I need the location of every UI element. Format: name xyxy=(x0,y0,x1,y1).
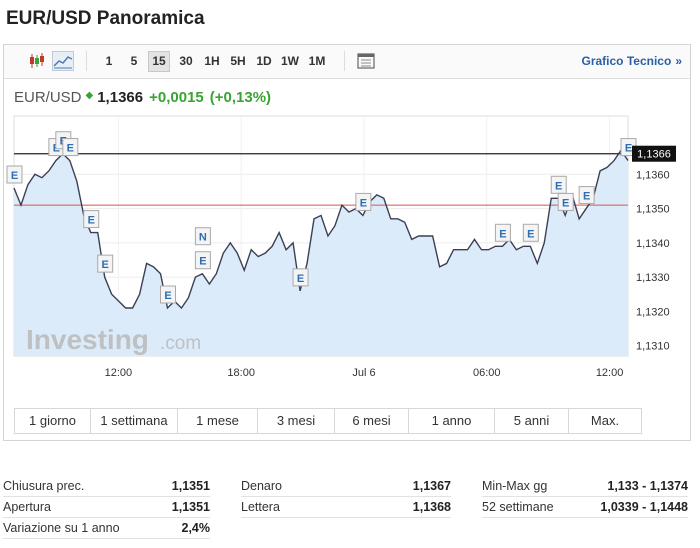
stat-label: Chiusura prec. xyxy=(3,479,85,493)
event-marker-label: E xyxy=(555,180,562,192)
range-button[interactable]: 6 mesi xyxy=(335,409,409,433)
event-marker-label: E xyxy=(360,197,367,209)
y-tick-label: 1,1350 xyxy=(636,204,670,216)
stat-label: Apertura xyxy=(3,500,51,514)
stat-value: 1,1367 xyxy=(412,479,451,493)
stat-row: Lettera 1,1368 xyxy=(241,497,451,518)
stats-column: Min-Max gg 1,133 - 1,1374 52 settimane 1,03… xyxy=(482,476,688,518)
range-selector: 1 giorno 1 settimana 1 mese 3 mesi 6 mesi 1 a… xyxy=(14,408,642,434)
x-tick-label: 18:00 xyxy=(227,367,255,379)
stat-value: 2,4% xyxy=(181,521,211,535)
x-tick-label: 12:00 xyxy=(105,367,133,379)
stat-row: Chiusura prec. 1,1351 xyxy=(3,476,210,497)
stat-value: 1,1351 xyxy=(171,479,210,493)
stat-label: Denaro xyxy=(241,479,282,493)
stats-column: Denaro 1,1367 Lettera 1,1368 xyxy=(241,476,451,518)
stat-label: Min-Max gg xyxy=(482,479,548,493)
event-marker-label: E xyxy=(11,170,18,182)
event-marker-label: E xyxy=(527,228,534,240)
event-marker-label: E xyxy=(102,259,109,271)
x-tick-label: 12:00 xyxy=(596,367,624,379)
stat-label: Variazione su 1 anno xyxy=(3,521,120,535)
x-tick-label: 06:00 xyxy=(473,367,501,379)
event-marker-label: E xyxy=(625,143,632,155)
stat-row: Min-Max gg 1,133 - 1,1374 xyxy=(482,476,688,497)
watermark-logo: Investing xyxy=(26,324,149,355)
range-button[interactable]: 1 settimana xyxy=(91,409,178,433)
stat-label: Lettera xyxy=(241,500,280,514)
event-marker-label: E xyxy=(199,256,206,268)
y-tick-label: 1,1340 xyxy=(636,238,670,250)
stat-value: 1,133 - 1,1374 xyxy=(607,479,688,493)
event-marker-label: E xyxy=(562,197,569,209)
page-title: EUR/USD Panoramica xyxy=(6,8,205,29)
stat-value: 1,1351 xyxy=(171,500,210,514)
stat-label: 52 settimane xyxy=(482,500,554,514)
y-tick-label: 1,1320 xyxy=(636,306,670,318)
event-marker-label: N xyxy=(199,232,207,244)
event-marker-label: E xyxy=(583,191,590,203)
event-marker-label: E xyxy=(499,228,506,240)
range-button[interactable]: 3 mesi xyxy=(258,409,335,433)
y-tick-label: 1,1360 xyxy=(636,169,670,181)
range-button[interactable]: Max. xyxy=(569,409,641,433)
range-button[interactable]: 1 giorno xyxy=(15,409,91,433)
stat-row: 52 settimane 1,0339 - 1,1448 xyxy=(482,497,688,518)
event-marker-label: E xyxy=(164,290,171,302)
event-marker-label: E xyxy=(88,215,95,227)
range-button[interactable]: 5 anni xyxy=(495,409,569,433)
stat-value: 1,0339 - 1,1448 xyxy=(600,500,688,514)
stats-column: Chiusura prec. 1,1351 Apertura 1,1351 Variaz… xyxy=(3,476,210,539)
stat-value: 1,1368 xyxy=(412,500,451,514)
stat-row: Denaro 1,1367 xyxy=(241,476,451,497)
chart-widget: 1 5 15 30 1H 5H 1D 1W 1M Grafico Tecnico» EUR/US… xyxy=(3,44,691,441)
last-price-tag-label: 1,1366 xyxy=(637,149,671,161)
event-marker-label: E xyxy=(67,143,74,155)
x-tick-label: Jul 6 xyxy=(352,367,375,379)
stat-row: Apertura 1,1351 xyxy=(3,497,210,518)
stat-row: Variazione su 1 anno 2,4% xyxy=(3,518,210,539)
y-tick-label: 1,1310 xyxy=(636,341,670,353)
y-tick-label: 1,1330 xyxy=(636,272,670,284)
range-button[interactable]: 1 anno xyxy=(409,409,495,433)
range-button[interactable]: 1 mese xyxy=(178,409,258,433)
price-chart[interactable]: 1,1360 1,1350 1,1340 1,1330 1,1320 1,1310 12:0… xyxy=(4,45,690,405)
watermark-suffix: .com xyxy=(160,333,201,354)
event-marker-label: E xyxy=(297,273,304,285)
